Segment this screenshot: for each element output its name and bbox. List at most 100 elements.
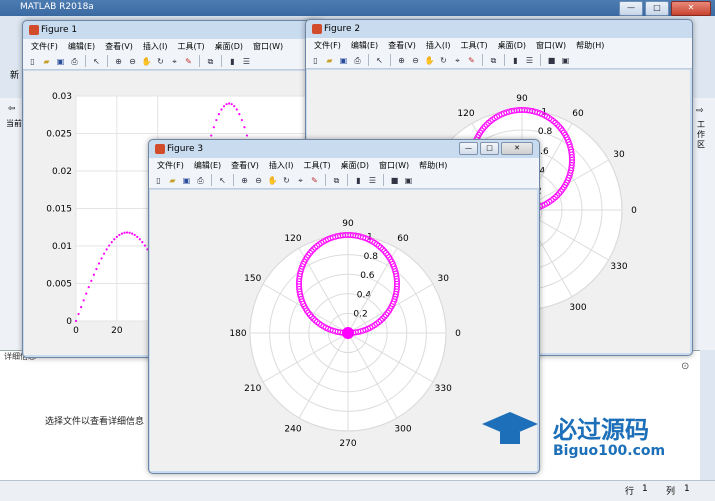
status-bar	[0, 480, 715, 501]
open-icon[interactable]: ▰	[324, 55, 335, 66]
menu-help[interactable]: 帮助(H)	[419, 160, 447, 171]
current-folder-strip[interactable]: ⇦ 当前	[0, 98, 24, 350]
figure-3-window-controls: — □ ✕	[459, 142, 533, 155]
brush-icon[interactable]: ✎	[466, 55, 477, 66]
zoom-out-icon[interactable]: ⊖	[127, 56, 138, 67]
rotate-icon[interactable]: ↻	[155, 56, 166, 67]
menu-desktop[interactable]: 桌面(D)	[341, 160, 369, 171]
new-icon[interactable]: ▯	[153, 175, 164, 186]
row-label: 行	[625, 487, 635, 497]
print-icon[interactable]: ⎙	[69, 56, 80, 67]
figure-3-title-bar: Figure 3 — □ ✕	[149, 140, 539, 158]
save-icon[interactable]: ▣	[181, 175, 192, 186]
zoom-in-icon[interactable]: ⊕	[396, 55, 407, 66]
data-point	[233, 105, 236, 108]
zoom-out-icon[interactable]: ⊖	[253, 175, 264, 186]
data-point	[245, 134, 249, 137]
menu-insert[interactable]: 插入(I)	[426, 40, 451, 51]
data-point	[210, 134, 213, 137]
datatip-icon[interactable]: ⌖	[295, 175, 306, 186]
pointer-icon[interactable]: ↖	[217, 175, 228, 186]
menu-window[interactable]: 窗口(W)	[536, 40, 566, 51]
colorbar-icon[interactable]: ▮	[510, 55, 521, 66]
zoom-out-icon[interactable]: ⊖	[410, 55, 421, 66]
hide-plot-tools-icon[interactable]: ■	[546, 55, 557, 66]
rotate-icon[interactable]: ↻	[438, 55, 449, 66]
figure-3-canvas[interactable]: 0.2 0.4 0.6 0.8 1 0 30 60 90 120 150 180 210 240 270 30…	[150, 190, 537, 471]
brush-icon[interactable]: ✎	[183, 56, 194, 67]
watermark-brand: 必过源码	[553, 416, 649, 444]
open-icon[interactable]: ▰	[41, 56, 52, 67]
menu-tools[interactable]: 工具(T)	[460, 40, 487, 51]
menu-view[interactable]: 查看(V)	[231, 160, 259, 171]
brush-icon[interactable]: ✎	[309, 175, 320, 186]
datatip-icon[interactable]: ⌖	[169, 56, 180, 67]
legend-icon[interactable]: ☰	[367, 175, 378, 186]
colorbar-icon[interactable]: ▮	[227, 56, 238, 67]
menu-desktop[interactable]: 桌面(D)	[215, 41, 243, 52]
data-point	[222, 105, 226, 108]
menu-window[interactable]: 窗口(W)	[253, 41, 283, 52]
menu-tools[interactable]: 工具(T)	[177, 41, 204, 52]
close-button[interactable]: ✕	[671, 1, 711, 16]
menu-file[interactable]: 文件(F)	[157, 160, 184, 171]
app-title: MATLAB R2018a	[20, 2, 94, 12]
figure-icon	[29, 25, 39, 35]
menu-window[interactable]: 窗口(W)	[379, 160, 409, 171]
angle-tick-label: 150	[244, 274, 261, 284]
menu-desktop[interactable]: 桌面(D)	[498, 40, 526, 51]
menu-edit[interactable]: 编辑(E)	[194, 160, 221, 171]
legend-icon[interactable]: ☰	[524, 55, 535, 66]
maximize-button[interactable]: □	[480, 142, 499, 155]
menu-edit[interactable]: 编辑(E)	[351, 40, 378, 51]
menu-file[interactable]: 文件(F)	[314, 40, 341, 51]
show-plot-tools-icon[interactable]: ▣	[403, 175, 414, 186]
rotate-icon[interactable]: ↻	[281, 175, 292, 186]
pointer-icon[interactable]: ↖	[374, 55, 385, 66]
back-arrow-icon[interactable]: ⇦	[8, 104, 16, 114]
menu-insert[interactable]: 插入(I)	[143, 41, 168, 52]
close-button[interactable]: ✕	[501, 142, 533, 155]
menu-insert[interactable]: 插入(I)	[269, 160, 294, 171]
zoom-in-icon[interactable]: ⊕	[113, 56, 124, 67]
x-tick-label: 20	[111, 326, 123, 336]
menu-edit[interactable]: 编辑(E)	[68, 41, 95, 52]
collapse-arrow-icon[interactable]: ⇨	[696, 106, 704, 116]
angle-tick-label: 0	[631, 206, 637, 216]
menu-tools[interactable]: 工具(T)	[303, 160, 330, 171]
menu-file[interactable]: 文件(F)	[31, 41, 58, 52]
pointer-icon[interactable]: ↖	[91, 56, 102, 67]
details-menu-icon[interactable]: ⊙	[681, 361, 689, 372]
pan-icon[interactable]: ✋	[141, 56, 152, 67]
colorbar-icon[interactable]: ▮	[353, 175, 364, 186]
minimize-button[interactable]: —	[619, 1, 643, 16]
data-point	[243, 126, 246, 129]
print-icon[interactable]: ⎙	[352, 55, 363, 66]
save-icon[interactable]: ▣	[55, 56, 66, 67]
current-folder-label: 当前	[6, 119, 22, 128]
print-icon[interactable]: ⎙	[195, 175, 206, 186]
new-icon[interactable]: ▯	[27, 56, 38, 67]
hide-plot-tools-icon[interactable]: ■	[389, 175, 400, 186]
new-icon[interactable]: ▯	[310, 55, 321, 66]
legend-icon[interactable]: ☰	[241, 56, 252, 67]
menu-view[interactable]: 查看(V)	[388, 40, 416, 51]
link-icon[interactable]: ⧉	[488, 55, 499, 66]
menu-help[interactable]: 帮助(H)	[576, 40, 604, 51]
open-icon[interactable]: ▰	[167, 175, 178, 186]
datatip-icon[interactable]: ⌖	[452, 55, 463, 66]
link-icon[interactable]: ⧉	[205, 56, 216, 67]
chart-3-svg[interactable]: 0.20.40.60.81030609012015018021024027030…	[150, 190, 537, 471]
zoom-in-icon[interactable]: ⊕	[239, 175, 250, 186]
link-icon[interactable]: ⧉	[331, 175, 342, 186]
minimize-button[interactable]: —	[459, 142, 478, 155]
pan-icon[interactable]: ✋	[424, 55, 435, 66]
data-point	[92, 273, 95, 276]
figure-2-toolbar: ▯ ▰ ▣ ⎙ ↖ ⊕ ⊖ ✋ ↻ ⌖ ✎ ⧉ ▮ ☰ ■ ▣	[306, 52, 692, 69]
maximize-button[interactable]: □	[645, 1, 669, 16]
save-icon[interactable]: ▣	[338, 55, 349, 66]
menu-view[interactable]: 查看(V)	[105, 41, 133, 52]
watermark-logo-icon	[480, 410, 540, 450]
show-plot-tools-icon[interactable]: ▣	[560, 55, 571, 66]
pan-icon[interactable]: ✋	[267, 175, 278, 186]
